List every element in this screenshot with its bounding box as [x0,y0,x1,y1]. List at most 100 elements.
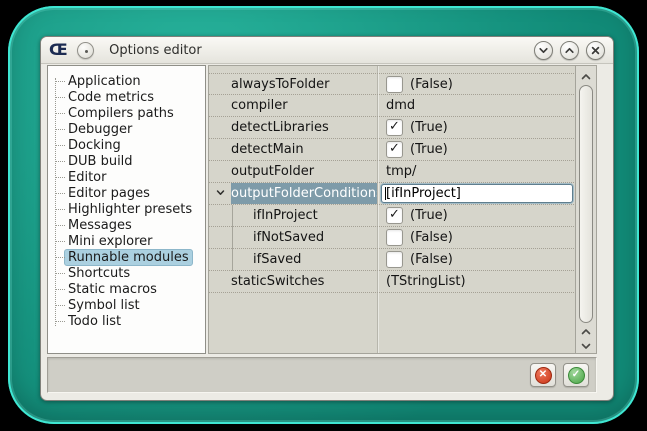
checkbox-unchecked[interactable] [386,76,403,93]
property-value-cell[interactable]: ✓ (True) [377,205,576,226]
property-name-cell[interactable]: ifSaved [209,249,377,270]
scroll-down-button[interactable] [576,337,596,351]
property-name-cell[interactable]: ifNotSaved [209,227,377,248]
checkbox-unchecked[interactable] [386,251,403,268]
check-icon: ✓ [389,142,400,155]
chevron-down-icon [581,335,591,354]
property-value-cell[interactable]: tmp/ [377,161,576,182]
property-name-cell[interactable]: compiler [209,95,377,116]
table-row[interactable]: ifInProject ✓ (True) [209,205,576,227]
property-name-cell[interactable]: ifInProject [209,205,377,226]
sidebar-item-mini-explorer[interactable]: Mini explorer [48,233,205,249]
sidebar-item-messages[interactable]: Messages [48,217,205,233]
scroll-up-button[interactable] [576,68,596,82]
table-row[interactable]: ifNotSaved (False) [209,227,576,249]
options-editor-window: Œ Options editor Application [40,36,614,401]
property-name-cell[interactable]: detectMain [209,139,377,160]
titlebar[interactable]: Œ Options editor [41,37,613,64]
sidebar-item-docking[interactable]: Docking [48,137,205,153]
tree-item-label: Compilers paths [68,106,174,121]
tree-item-label: Debugger [68,122,132,137]
checkbox-checked[interactable]: ✓ [386,119,403,136]
tree-item-label: Code metrics [68,90,154,105]
tree-item-label: Application [68,74,141,89]
tree-item-label: Highlighter presets [68,202,192,217]
tree-item-label: Shortcuts [68,266,130,281]
check-icon: ✓ [389,208,400,221]
table-row[interactable]: compiler dmd [209,95,576,117]
property-name-cell[interactable]: alwaysToFolder [209,74,377,94]
sidebar-item-code-metrics[interactable]: Code metrics [48,89,205,105]
property-name: ifInProject [253,205,377,226]
property-name: detectMain [231,139,377,160]
tree-item-label: Mini explorer [68,234,153,249]
sidebar-item-shortcuts[interactable]: Shortcuts [48,265,205,281]
sidebar-item-editor[interactable]: Editor [48,169,205,185]
table-row[interactable]: detectMain ✓ (True) [209,139,576,161]
cancel-button[interactable]: ✕ [530,363,556,387]
table-row[interactable]: staticSwitches (TStringList) [209,271,576,293]
property-name: ifSaved [253,249,377,270]
close-button[interactable] [586,41,605,60]
checkbox-checked[interactable]: ✓ [386,141,403,158]
sidebar-item-dub-build[interactable]: DUB build [48,153,205,169]
row-expander[interactable] [209,183,231,204]
value-label: (True) [410,120,448,135]
table-row-selected[interactable]: outputFolderConditions [ifInProject] [209,183,576,205]
table-row[interactable]: alwaysToFolder (False) [209,73,576,95]
tree-item-label: Messages [68,218,132,233]
category-tree-panel[interactable]: Application Code metrics Compilers paths… [47,65,206,354]
vertical-scrollbar[interactable] [575,66,596,353]
tree-item-label-selected: Runnable modules [64,249,193,266]
checkbox-unchecked[interactable] [386,229,403,246]
coedit-logo-icon: Œ [49,42,66,58]
minimize-button[interactable] [534,41,553,60]
property-value-cell[interactable]: (False) [377,249,576,270]
window-title: Options editor [109,43,202,58]
property-value-cell[interactable]: [ifInProject] [377,183,576,204]
sidebar-item-debugger[interactable]: Debugger [48,121,205,137]
property-value-cell[interactable]: ✓ (True) [377,139,576,160]
chevron-down-icon [216,186,225,201]
property-name-cell[interactable]: outputFolderConditions [209,183,377,204]
edit-text: [ifInProject] [386,186,461,201]
chevron-up-icon [581,66,591,85]
property-name-cell[interactable]: staticSwitches [209,271,377,292]
sidebar-item-compilers-paths[interactable]: Compilers paths [48,105,205,121]
scrollbar-thumb[interactable] [579,85,593,323]
property-name: detectLibraries [231,117,377,138]
property-value-cell[interactable]: (False) [377,227,576,248]
sidebar-item-todo-list[interactable]: Todo list [48,313,205,329]
property-name-cell[interactable]: detectLibraries [209,117,377,138]
grid-rows: alwaysToFolder (False) compiler dmd dete… [209,73,576,293]
value-edit-input[interactable]: [ifInProject] [381,184,573,203]
sidebar-item-application[interactable]: Application [48,73,205,89]
table-row[interactable]: ifSaved (False) [209,249,576,271]
property-name-cell[interactable]: outputFolder [209,161,377,182]
sidebar-item-editor-pages[interactable]: Editor pages [48,185,205,201]
property-name: ifNotSaved [253,227,377,248]
sidebar-item-static-macros[interactable]: Static macros [48,281,205,297]
close-icon [590,45,601,56]
cancel-x-icon: ✕ [535,367,552,384]
accept-button[interactable]: ✓ [563,363,589,387]
sidebar-item-runnable-modules[interactable]: Runnable modules [48,249,205,265]
maximize-button[interactable] [560,41,579,60]
tree-item-label: Symbol list [68,298,140,313]
property-value-cell[interactable]: (False) [377,74,576,94]
property-value-cell[interactable]: ✓ (True) [377,117,576,138]
tree-item-label: Editor pages [68,186,150,201]
table-row[interactable]: detectLibraries ✓ (True) [209,117,576,139]
window-menu-button[interactable] [77,42,94,59]
property-name: outputFolderConditions [231,183,377,204]
sidebar-item-symbol-list[interactable]: Symbol list [48,297,205,313]
property-value-cell[interactable]: (TStringList) [377,271,576,292]
checkbox-checked[interactable]: ✓ [386,207,403,224]
value-label: tmp/ [386,164,416,179]
table-row[interactable]: outputFolder tmp/ [209,161,576,183]
property-value-cell[interactable]: dmd [377,95,576,116]
property-name: staticSwitches [231,271,377,292]
value-label: (True) [410,208,448,223]
tree-item-label: Static macros [68,282,157,297]
sidebar-item-highlighter-presets[interactable]: Highlighter presets [48,201,205,217]
